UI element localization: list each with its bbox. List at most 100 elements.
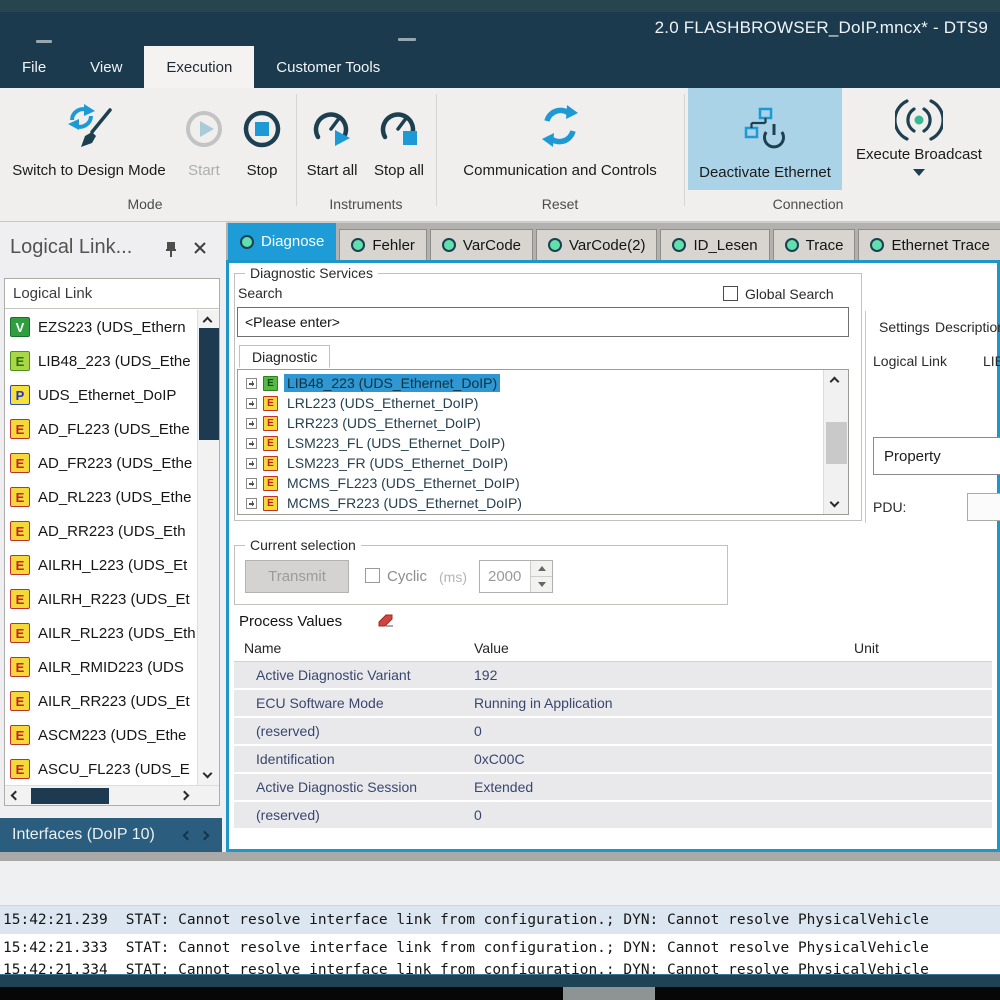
diagnostic-tree-tab[interactable]: Diagnostic	[239, 345, 330, 368]
table-row[interactable]: (reserved) 0	[234, 802, 992, 828]
expand-icon[interactable]	[246, 458, 257, 469]
link-type-icon: P	[10, 385, 30, 405]
list-item[interactable]: E ASCM223 (UDS_Ethe	[5, 718, 197, 752]
table-row[interactable]: Active Diagnostic Session Extended	[234, 774, 992, 800]
list-item[interactable]: E AILR_RR223 (UDS_Et	[5, 684, 197, 718]
close-icon[interactable]	[192, 240, 208, 256]
pdu-label: PDU:	[873, 499, 906, 515]
expand-icon[interactable]	[246, 398, 257, 409]
expand-icon[interactable]	[246, 438, 257, 449]
list-item[interactable]: E AD_FL223 (UDS_Ethe	[5, 412, 197, 446]
document-tab[interactable]: Fehler	[339, 229, 427, 260]
global-search-checkbox[interactable]	[723, 286, 738, 301]
vertical-scrollbar[interactable]	[197, 310, 219, 785]
ribbon-separator	[296, 94, 297, 206]
table-row[interactable]: Identification 0xC00C	[234, 746, 992, 772]
log-message: STAT: Cannot resolve interface link from…	[126, 912, 929, 928]
spin-up-button[interactable]	[531, 561, 552, 576]
reset-group-label: Reset	[442, 196, 678, 212]
scroll-down-icon[interactable]	[203, 769, 213, 779]
property-dropdown[interactable]: Property	[873, 437, 1000, 475]
expand-icon[interactable]	[246, 478, 257, 489]
list-item[interactable]: E LIB48_223 (UDS_Ethe	[5, 344, 197, 378]
scroll-up-icon[interactable]	[830, 377, 840, 387]
cyclic-checkbox[interactable]	[365, 568, 380, 583]
splitter-bar[interactable]	[0, 852, 1000, 861]
transmit-button[interactable]: Transmit	[245, 560, 349, 593]
tab-description[interactable]: Description	[935, 319, 1000, 335]
list-item-label: AILR_RR223 (UDS_Et	[38, 693, 190, 710]
cell-name: Active Diagnostic Session	[234, 779, 464, 795]
tab-status-icon	[351, 238, 365, 252]
list-item[interactable]: E AD_RR223 (UDS_Eth	[5, 514, 197, 548]
broadcast-dropdown-caret[interactable]	[913, 169, 925, 176]
scrollbar-thumb[interactable]	[826, 422, 847, 464]
interfaces-tab[interactable]: Interfaces (DoIP 10)	[0, 818, 222, 852]
tab-settings[interactable]: Settings	[879, 319, 930, 335]
menu-item[interactable]: View	[68, 46, 144, 88]
column-unit: Unit	[844, 640, 992, 656]
list-item-label: AD_FL223 (UDS_Ethe	[38, 421, 190, 438]
tree-item[interactable]: E LRL223 (UDS_Ethernet_DoIP)	[238, 393, 848, 413]
tab-label: VarCode(2)	[569, 237, 645, 254]
tree-item[interactable]: E LIB48_223 (UDS_Ethernet_DoIP)	[238, 373, 848, 393]
panel-prev-icon[interactable]	[183, 830, 193, 840]
logical-link-panel: Logical Link... Logical Link V EZS223 (U…	[0, 222, 226, 862]
tree-item[interactable]: E MCMS_FR223 (UDS_Ethernet_DoIP)	[238, 493, 848, 513]
table-row[interactable]: (reserved) 0	[234, 718, 992, 744]
expand-icon[interactable]	[246, 498, 257, 509]
scroll-up-icon[interactable]	[203, 317, 213, 327]
ribbon-toolbar: Switch to Design Mode Start Stop Mode	[0, 88, 1000, 222]
tree-item[interactable]: E LSM223_FL (UDS_Ethernet_DoIP)	[238, 433, 848, 453]
list-item[interactable]: E AILR_RL223 (UDS_Eth	[5, 616, 197, 650]
column-name: Name	[234, 640, 464, 656]
list-item[interactable]: E AILRH_R223 (UDS_Et	[5, 582, 197, 616]
document-tab[interactable]: Diagnose	[228, 222, 336, 260]
list-item[interactable]: P UDS_Ethernet_DoIP	[5, 378, 197, 412]
spin-down-button[interactable]	[531, 576, 552, 592]
pdu-field[interactable]	[967, 493, 1000, 521]
list-item[interactable]: E AD_RL223 (UDS_Ethe	[5, 480, 197, 514]
tree-item[interactable]: E LSM223_FR (UDS_Ethernet_DoIP)	[238, 453, 848, 473]
tree-scrollbar[interactable]	[823, 370, 848, 514]
document-tab[interactable]: Ethernet Trace	[858, 229, 1000, 260]
tab-label: Trace	[806, 237, 844, 254]
bottom-teal-bar	[0, 974, 1000, 987]
table-row[interactable]: Active Diagnostic Variant 192	[234, 662, 992, 688]
scrollbar-thumb[interactable]	[31, 788, 109, 804]
cell-value: 0	[464, 807, 844, 823]
status-spacer	[0, 861, 1000, 906]
expand-icon[interactable]	[246, 378, 257, 389]
list-item[interactable]: E AILR_RMID223 (UDS	[5, 650, 197, 684]
scrollbar-thumb[interactable]	[199, 328, 219, 440]
cyclic-interval-stepper[interactable]: 2000	[479, 560, 553, 593]
table-row[interactable]: ECU Software Mode Running in Application	[234, 690, 992, 716]
list-item-label: ASCM223 (UDS_Ethe	[38, 727, 186, 744]
list-item[interactable]: E AD_FR223 (UDS_Ethe	[5, 446, 197, 480]
search-input[interactable]	[237, 307, 849, 337]
list-item[interactable]: E ASCU_FL223 (UDS_E	[5, 752, 197, 785]
menu-item[interactable]: Customer Tools	[254, 46, 402, 88]
tree-item[interactable]: E MCMS_FL223 (UDS_Ethernet_DoIP)	[238, 473, 848, 493]
deactivate-ethernet-button[interactable]: Deactivate Ethernet	[688, 88, 842, 190]
list-item[interactable]: E AILRH_L223 (UDS_Et	[5, 548, 197, 582]
menu-item[interactable]: Execution	[144, 46, 254, 88]
eraser-icon[interactable]	[375, 613, 395, 629]
panel-next-icon[interactable]	[200, 830, 210, 840]
document-tab[interactable]: VarCode	[430, 229, 533, 260]
list-item[interactable]: V EZS223 (UDS_Ethern	[5, 310, 197, 344]
scroll-right-icon[interactable]	[180, 791, 190, 801]
horizontal-scrollbar[interactable]	[5, 785, 219, 805]
scroll-down-icon[interactable]	[830, 498, 840, 508]
document-tab[interactable]: VarCode(2)	[536, 229, 657, 260]
tree-item-label: MCMS_FL223 (UDS_Ethernet_DoIP)	[284, 474, 523, 492]
pin-icon[interactable]	[163, 240, 179, 258]
menu-item[interactable]: File	[0, 46, 68, 88]
tree-item[interactable]: E LRR223 (UDS_Ethernet_DoIP)	[238, 413, 848, 433]
expand-icon[interactable]	[246, 418, 257, 429]
scroll-left-icon[interactable]	[11, 791, 21, 801]
bottom-scroll-segment[interactable]	[563, 987, 655, 1000]
document-tab[interactable]: ID_Lesen	[660, 229, 769, 260]
list-column-header[interactable]: Logical Link	[5, 279, 219, 309]
document-tab[interactable]: Trace	[773, 229, 856, 260]
